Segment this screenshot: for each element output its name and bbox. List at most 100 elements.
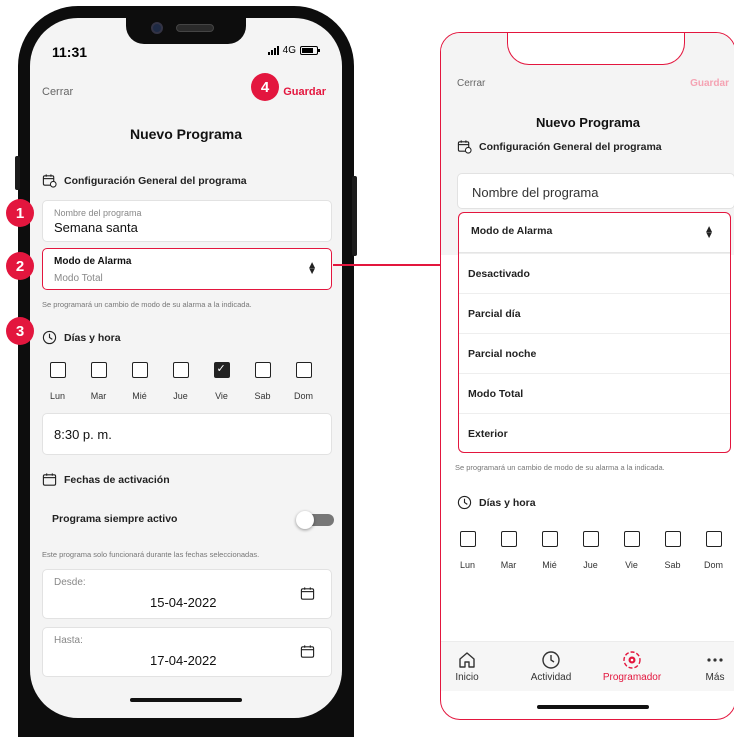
day-label: Lun bbox=[459, 560, 476, 570]
day-checkbox[interactable] bbox=[295, 362, 312, 378]
calendar-settings-icon bbox=[457, 140, 472, 154]
program-name-field[interactable]: Nombre del programa bbox=[457, 173, 734, 209]
tab-inicio[interactable]: Inicio bbox=[447, 650, 487, 683]
step-marker-4: 4 bbox=[251, 73, 279, 101]
calendar-settings-icon bbox=[42, 174, 57, 188]
day-checkbox[interactable] bbox=[459, 531, 476, 547]
speaker-icon bbox=[176, 24, 214, 32]
day-checkbox[interactable] bbox=[500, 531, 517, 547]
day-label: Sab bbox=[664, 560, 681, 570]
status-time: 11:31 bbox=[52, 44, 88, 60]
tab-programador[interactable]: Programador bbox=[597, 650, 667, 683]
select-arrows-icon: ▲ ▼ bbox=[704, 224, 714, 241]
status-bar-right: 4G bbox=[267, 45, 320, 56]
day-checkbox[interactable] bbox=[664, 531, 681, 547]
field-label: Nombre del programa bbox=[54, 208, 142, 218]
tab-label: Inicio bbox=[455, 672, 479, 683]
phone-side-button bbox=[15, 156, 20, 190]
day-checkbox[interactable] bbox=[541, 531, 558, 547]
day-dom[interactable]: Dom bbox=[693, 531, 734, 573]
calendar-icon bbox=[42, 473, 57, 486]
day-checkbox[interactable] bbox=[254, 362, 271, 378]
day-lun[interactable]: Lun bbox=[37, 362, 78, 404]
connector-line bbox=[333, 264, 441, 266]
days-time-heading: Días y hora bbox=[457, 495, 536, 510]
dates-hint: Este programa solo funcionará durante la… bbox=[42, 550, 260, 559]
home-indicator bbox=[130, 698, 242, 702]
mode-hint: Se programará un cambio de modo de su al… bbox=[455, 463, 665, 472]
day-label: Mié bbox=[132, 391, 147, 401]
day-vie[interactable]: Vie bbox=[611, 531, 652, 573]
phone-screen: 11:31 4G Cerrar Guardar Nuevo Programa C… bbox=[30, 18, 342, 718]
section-label: Configuración General del programa bbox=[64, 174, 247, 187]
select-arrows-icon: ▲ ▼ bbox=[307, 260, 317, 277]
dropdown-option[interactable]: Parcial día bbox=[459, 293, 730, 333]
day-mar[interactable]: Mar bbox=[78, 362, 119, 404]
calendar-icon[interactable] bbox=[300, 586, 315, 601]
bottom-tab-bar: Inicio Actividad Programador Más bbox=[441, 641, 734, 691]
save-button[interactable]: Guardar bbox=[283, 86, 326, 98]
time-field[interactable]: 8:30 p. m. bbox=[42, 413, 332, 455]
battery-icon bbox=[300, 46, 320, 55]
always-active-toggle[interactable] bbox=[296, 511, 334, 529]
section-label: Configuración General del programa bbox=[479, 140, 662, 153]
program-name-field[interactable]: Nombre del programa Semana santa bbox=[42, 200, 332, 242]
day-vie[interactable]: Vie bbox=[201, 362, 242, 404]
always-active-label: Programa siempre activo bbox=[52, 513, 178, 525]
alarm-mode-select[interactable]: Modo de Alarma Modo Total ▲ ▼ bbox=[42, 248, 332, 290]
day-label: Dom bbox=[703, 560, 723, 570]
dropdown-header[interactable]: Modo de Alarma ▲ ▼ bbox=[459, 213, 730, 253]
step-marker-1: 1 bbox=[6, 199, 34, 227]
tab-label: Más bbox=[705, 672, 725, 683]
dropdown-option[interactable]: Modo Total bbox=[459, 373, 730, 413]
clock-icon bbox=[42, 330, 57, 345]
day-checkbox[interactable] bbox=[131, 362, 148, 378]
general-config-heading: Configuración General del programa bbox=[457, 139, 662, 154]
day-dom[interactable]: Dom bbox=[283, 362, 324, 404]
tab-mas[interactable]: Más bbox=[699, 650, 731, 683]
day-mar[interactable]: Mar bbox=[488, 531, 529, 573]
day-checkbox[interactable] bbox=[623, 531, 640, 547]
day-label: Vie bbox=[625, 560, 638, 570]
dropdown-option[interactable]: Desactivado bbox=[459, 253, 730, 293]
from-date-field[interactable]: Desde: 15-04-2022 bbox=[42, 569, 332, 619]
page-title: Nuevo Programa bbox=[535, 115, 641, 130]
top-bar: Cerrar Guardar bbox=[30, 80, 342, 110]
day-checkbox[interactable] bbox=[213, 362, 230, 378]
section-label: Días y hora bbox=[64, 331, 121, 344]
to-date-field[interactable]: Hasta: 17-04-2022 bbox=[42, 627, 332, 677]
mode-hint: Se programará un cambio de modo de su al… bbox=[42, 300, 252, 309]
day-jue[interactable]: Jue bbox=[160, 362, 201, 404]
day-mié[interactable]: Mié bbox=[119, 362, 160, 404]
day-checkbox[interactable] bbox=[172, 362, 189, 378]
day-label: Jue bbox=[173, 391, 188, 401]
field-label: Modo de Alarma bbox=[54, 256, 132, 267]
dropdown-option[interactable]: Exterior bbox=[459, 413, 730, 453]
dropdown-option[interactable]: Parcial noche bbox=[459, 333, 730, 373]
calendar-icon[interactable] bbox=[300, 644, 315, 659]
day-sab[interactable]: Sab bbox=[242, 362, 283, 404]
close-button[interactable]: Cerrar bbox=[457, 78, 485, 89]
field-label: Desde: bbox=[54, 577, 86, 588]
tab-actividad[interactable]: Actividad bbox=[523, 650, 579, 683]
day-label: Sab bbox=[254, 391, 271, 401]
day-sab[interactable]: Sab bbox=[652, 531, 693, 573]
alarm-mode-dropdown[interactable]: Modo de Alarma ▲ ▼ Desactivado Parcial día… bbox=[458, 212, 731, 453]
day-checkbox[interactable] bbox=[582, 531, 599, 547]
close-button[interactable]: Cerrar bbox=[42, 86, 73, 98]
phone-side-button bbox=[352, 176, 357, 256]
step-marker-2: 2 bbox=[6, 252, 34, 280]
day-label: Lun bbox=[49, 391, 66, 401]
day-checkbox[interactable] bbox=[49, 362, 66, 378]
day-mié[interactable]: Mié bbox=[529, 531, 570, 573]
phone-notch bbox=[126, 18, 246, 44]
day-checkbox[interactable] bbox=[90, 362, 107, 378]
day-jue[interactable]: Jue bbox=[570, 531, 611, 573]
day-checkbox[interactable] bbox=[705, 531, 722, 547]
day-lun[interactable]: Lun bbox=[447, 531, 488, 573]
clock-icon bbox=[457, 495, 472, 510]
day-label: Dom bbox=[293, 391, 313, 401]
network-label: 4G bbox=[282, 45, 296, 56]
save-button[interactable]: Guardar bbox=[690, 78, 729, 89]
camera-icon bbox=[151, 22, 163, 34]
